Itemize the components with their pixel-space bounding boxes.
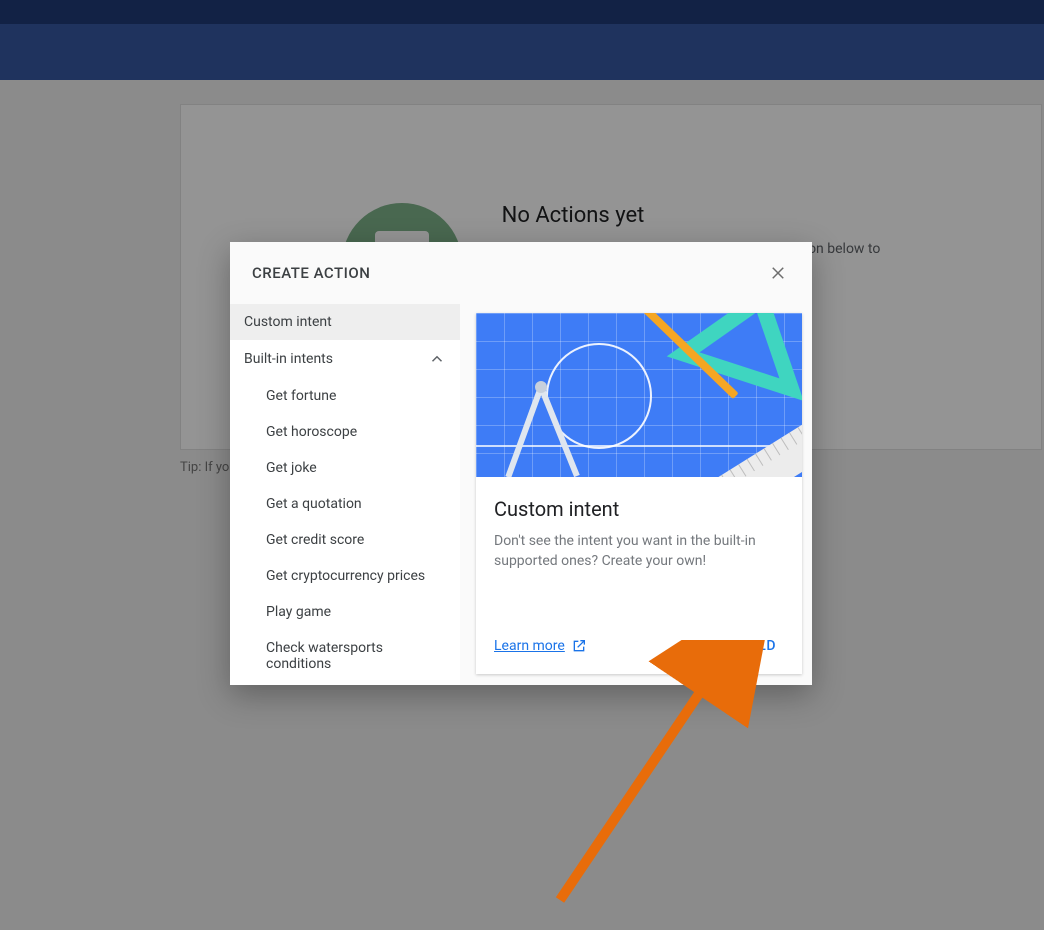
intent-detail-description: Don't see the intent you want in the bui… <box>494 531 784 572</box>
build-button[interactable]: BUILD <box>735 638 776 654</box>
intent-group-builtin[interactable]: Built-in intents <box>230 340 460 378</box>
modal-overlay[interactable]: CREATE ACTION Custom intent Built-in int… <box>0 0 1044 930</box>
intent-option[interactable]: Get cryptocurrency prices <box>230 558 460 594</box>
intent-option[interactable]: Get horoscope <box>230 414 460 450</box>
intent-option-custom[interactable]: Custom intent <box>230 304 460 340</box>
dialog-header: CREATE ACTION <box>230 242 812 304</box>
close-button[interactable] <box>766 261 790 285</box>
open-external-icon <box>571 638 587 654</box>
intent-group-label: Built-in intents <box>244 351 333 367</box>
intent-detail-illustration <box>476 313 802 477</box>
intent-option[interactable]: Check watersports conditions <box>230 630 460 682</box>
intent-detail-title: Custom intent <box>494 497 784 521</box>
close-icon <box>769 264 787 282</box>
intent-option[interactable]: Get a quotation <box>230 486 460 522</box>
intent-detail-card: Custom intent Don't see the intent you w… <box>476 313 802 674</box>
learn-more-label: Learn more <box>494 638 565 654</box>
intent-option[interactable]: Get fortune <box>230 378 460 414</box>
create-action-dialog: CREATE ACTION Custom intent Built-in int… <box>230 242 812 685</box>
intent-list-panel: Custom intent Built-in intents Get fortu… <box>230 304 460 685</box>
intent-option[interactable]: Get joke <box>230 450 460 486</box>
intent-option[interactable]: Get credit score <box>230 522 460 558</box>
chevron-up-icon <box>428 350 446 368</box>
learn-more-link[interactable]: Learn more <box>494 638 587 654</box>
intent-detail-panel: Custom intent Don't see the intent you w… <box>460 304 812 685</box>
intent-list-scroll[interactable]: Custom intent Built-in intents Get fortu… <box>230 304 460 685</box>
dialog-title: CREATE ACTION <box>252 264 370 282</box>
intent-option[interactable]: Play game <box>230 594 460 630</box>
